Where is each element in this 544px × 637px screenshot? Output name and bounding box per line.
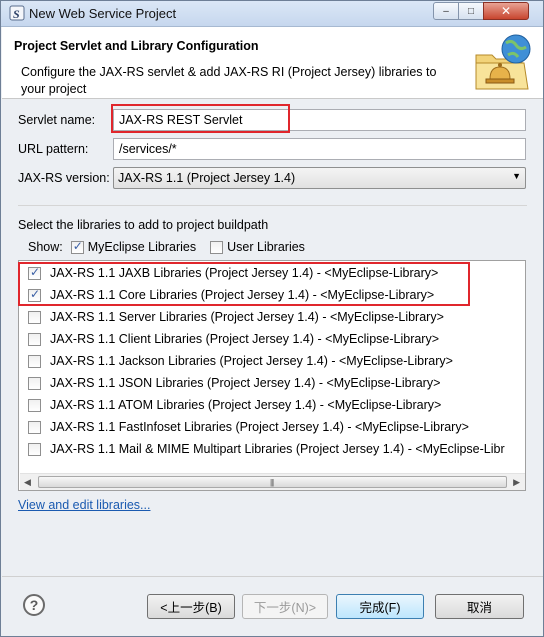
list-item[interactable]: JAX-RS 1.1 Mail & MIME Multipart Librari… (19, 438, 525, 460)
finish-button[interactable]: 完成(F) (336, 594, 424, 619)
jaxrs-version-value: JAX-RS 1.1 (Project Jersey 1.4) (118, 171, 296, 185)
scroll-right-icon[interactable]: ▶ (513, 477, 520, 488)
library-checkbox[interactable] (28, 421, 41, 434)
minimize-icon: – (443, 5, 449, 17)
maximize-button[interactable]: □ (458, 2, 484, 20)
list-item[interactable]: JAX-RS 1.1 ATOM Libraries (Project Jerse… (19, 394, 525, 416)
next-button[interactable]: 下一步(N)> (242, 594, 328, 619)
close-button[interactable]: ✕ (483, 2, 529, 20)
library-filter-row: Show: MyEclipse Libraries User Libraries (28, 239, 305, 255)
user-libraries-label: User Libraries (227, 240, 305, 254)
jaxrs-version-select[interactable]: JAX-RS 1.1 (Project Jersey 1.4) ▼ (113, 167, 526, 189)
web-service-globe-bell-icon (472, 31, 534, 93)
list-item[interactable]: JAX-RS 1.1 Client Libraries (Project Jer… (19, 328, 525, 350)
page-description: Configure the JAX-RS servlet & add JAX-R… (21, 65, 437, 96)
dialog-window: S New Web Service Project – □ ✕ Project … (0, 0, 544, 637)
library-label: JAX-RS 1.1 Mail & MIME Multipart Librari… (50, 442, 505, 456)
window-title: New Web Service Project (29, 6, 177, 21)
list-item[interactable]: JAX-RS 1.1 Server Libraries (Project Jer… (19, 306, 525, 328)
svg-text:S: S (13, 7, 20, 21)
cancel-button[interactable]: 取消 (435, 594, 524, 619)
library-checkbox[interactable] (28, 399, 41, 412)
horizontal-scrollbar[interactable]: ◀ ||| ▶ (20, 473, 525, 490)
user-libraries-checkbox[interactable] (210, 240, 224, 254)
myeclipse-libraries-checkbox[interactable] (70, 239, 84, 254)
myeclipse-app-icon: S (9, 5, 25, 21)
list-item[interactable]: JAX-RS 1.1 FastInfoset Libraries (Projec… (19, 416, 525, 438)
library-label: JAX-RS 1.1 ATOM Libraries (Project Jerse… (50, 398, 442, 412)
library-checkbox[interactable] (28, 333, 41, 346)
jaxrs-version-label: JAX-RS version: (18, 171, 110, 185)
close-icon: ✕ (500, 4, 512, 18)
scroll-left-icon[interactable]: ◀ (24, 477, 31, 488)
myeclipse-libraries-label: MyEclipse Libraries (87, 240, 197, 254)
page-title: Project Servlet and Library Configuratio… (14, 39, 259, 53)
servlet-name-label: Servlet name: (18, 113, 96, 127)
library-label: JAX-RS 1.1 Client Libraries (Project Jer… (50, 332, 440, 346)
list-item[interactable]: JAX-RS 1.1 Jackson Libraries (Project Je… (19, 350, 525, 372)
grip-icon: ||| (270, 478, 274, 487)
library-label: JAX-RS 1.1 FastInfoset Libraries (Projec… (50, 420, 469, 434)
view-edit-libraries-link[interactable]: View and edit libraries... (18, 498, 150, 512)
list-item[interactable]: JAX-RS 1.1 JSON Libraries (Project Jerse… (19, 372, 525, 394)
show-label: Show: (28, 240, 63, 254)
library-label: JAX-RS 1.1 Jackson Libraries (Project Je… (50, 354, 453, 368)
button-bar-divider (2, 576, 543, 577)
section-divider (18, 205, 527, 206)
dropdown-arrow-icon: ▼ (512, 171, 521, 181)
back-button[interactable]: <上一步(B) (147, 594, 235, 619)
selected-libraries-highlight (18, 262, 470, 306)
minimize-button[interactable]: – (433, 2, 459, 20)
library-label: JAX-RS 1.1 Server Libraries (Project Jer… (50, 310, 444, 324)
maximize-icon: □ (467, 5, 475, 17)
title-bar[interactable]: S New Web Service Project – □ ✕ (1, 1, 543, 27)
libraries-section-label: Select the libraries to add to project b… (18, 218, 269, 232)
help-icon[interactable]: ? (23, 594, 45, 616)
servlet-name-highlight (111, 104, 290, 133)
url-pattern-field[interactable]: /services/* (113, 138, 526, 160)
library-checkbox[interactable] (28, 355, 41, 368)
wizard-header: Project Servlet and Library Configuratio… (2, 27, 543, 99)
library-checkbox[interactable] (28, 311, 41, 324)
library-label: JAX-RS 1.1 JSON Libraries (Project Jerse… (50, 376, 441, 390)
scrollbar-thumb[interactable]: ||| (38, 476, 507, 488)
library-checkbox[interactable] (28, 443, 41, 456)
url-pattern-label: URL pattern: (18, 142, 89, 156)
library-checkbox[interactable] (28, 377, 41, 390)
